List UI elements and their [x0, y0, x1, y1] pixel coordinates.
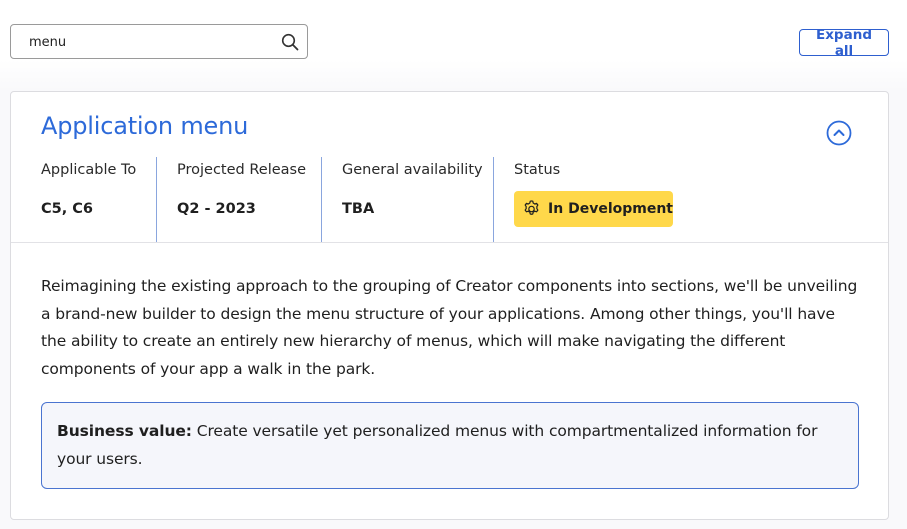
business-value-label: Business value:	[57, 422, 192, 440]
gear-icon	[524, 200, 539, 215]
divider	[11, 242, 888, 243]
meta-projected-release: Projected Release Q2 - 2023	[156, 157, 321, 242]
feature-description: Reimagining the existing approach to the…	[41, 277, 858, 378]
status-label: Status	[514, 162, 561, 178]
status-badge: In Development	[514, 191, 673, 227]
meta-status: Status In Development	[493, 157, 714, 242]
meta-general-availability: General availability TBA	[321, 157, 494, 242]
search-input[interactable]	[29, 31, 269, 53]
chevron-up-circle-icon[interactable]	[826, 120, 852, 146]
search-icon[interactable]	[281, 33, 299, 51]
expand-all-button[interactable]: Expand all	[799, 27, 889, 59]
feature-card: Application menu Applicable To C5, C6 Pr…	[10, 91, 889, 520]
page: Expand all Application menu Applicable T…	[0, 0, 907, 529]
meta-label: Applicable To	[41, 162, 137, 178]
meta-value: C5, C6	[41, 201, 94, 217]
meta-label: General availability	[342, 162, 483, 178]
meta-value: Q2 - 2023	[177, 201, 256, 217]
card-title: Application menu	[41, 112, 249, 140]
search-box[interactable]	[10, 24, 308, 59]
business-value-text: Business value: Create versatile yet per…	[57, 417, 847, 473]
status-value: In Development	[548, 201, 673, 217]
meta-label: Projected Release	[177, 162, 306, 178]
meta-applicable-to: Applicable To C5, C6	[41, 157, 156, 242]
meta-value: TBA	[342, 201, 375, 217]
business-value-box: Business value: Create versatile yet per…	[41, 402, 859, 489]
